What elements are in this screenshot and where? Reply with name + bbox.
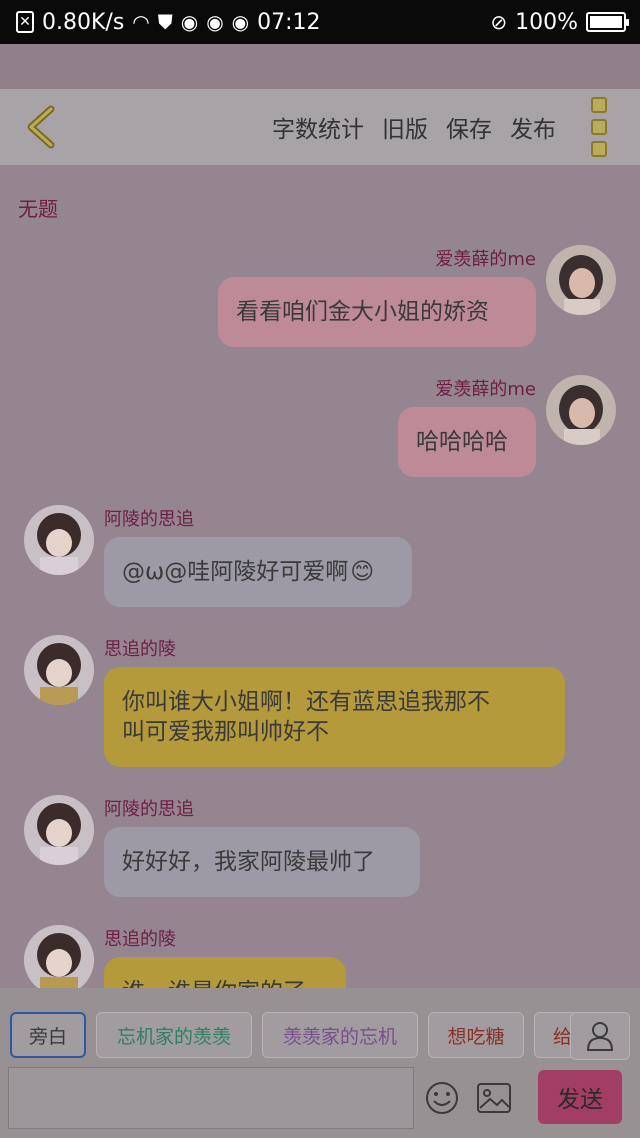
emoji-button[interactable] (422, 1078, 462, 1118)
message-item[interactable]: 思追的陵 谁，谁是你家的了 (0, 921, 640, 988)
message-text: 看看咱们金大小姐的娇资 (236, 299, 489, 325)
back-button[interactable] (12, 97, 68, 157)
sender-name: 思追的陵 (104, 639, 176, 660)
message-text: 谁，谁是你家的了 (122, 977, 306, 988)
message-bubble[interactable]: 看看咱们金大小姐的娇资 (218, 277, 536, 347)
story-title: 无题 (18, 197, 58, 221)
role-chip-narration[interactable]: 旁白 (10, 1012, 86, 1058)
status-bar: ✕ 0.80K/s ◠ ⛊ ◉ ◉ ◉ 07:12 ⊘ 100% (0, 0, 640, 44)
dot-icon (591, 97, 607, 113)
role-chip-list[interactable]: 旁白 忘机家的羡羡 羡羡家的忘机 想吃糖 给 (0, 1012, 640, 1062)
shield-icon: ⛊ (157, 10, 173, 34)
message-bubble[interactable]: 谁，谁是你家的了 (104, 957, 346, 988)
app-notification-icon: ◉ (180, 10, 199, 34)
avatar[interactable] (546, 245, 616, 315)
role-chip-label: 忘机家的羡羡 (116, 1025, 231, 1048)
image-button[interactable] (474, 1078, 514, 1118)
message-item[interactable]: 阿陵的思追 好好好，我家阿陵最帅了 (0, 791, 640, 901)
smiley-icon (426, 1082, 458, 1114)
message-item[interactable]: 爱羡薛的me 哈哈哈哈 (0, 371, 640, 481)
input-bar: 旁白 忘机家的羡羡 羡羡家的忘机 想吃糖 给 发送 (0, 988, 640, 1138)
message-bubble[interactable]: 哈哈哈哈 (398, 407, 536, 477)
image-icon (477, 1083, 511, 1113)
spacer (0, 44, 640, 89)
save-button[interactable]: 保存 (446, 110, 492, 144)
avatar[interactable] (24, 795, 94, 865)
message-bubble[interactable]: 你叫谁大小姐啊！还有蓝思追我那不 叫可爱我那叫帅好不 (104, 667, 565, 767)
sender-name: 思追的陵 (104, 929, 176, 950)
chevron-left-icon (27, 105, 55, 149)
word-count-button[interactable]: 字数统计 (272, 110, 364, 144)
avatar[interactable] (24, 925, 94, 988)
battery-percent: 100% (515, 9, 578, 35)
send-button[interactable]: 发送 (538, 1070, 622, 1124)
message-item[interactable]: 爱羡薛的me 看看咱们金大小姐的娇资 (0, 241, 640, 351)
avatar[interactable] (24, 635, 94, 705)
message-text: 哈哈哈哈 (416, 429, 508, 455)
role-manager-button[interactable] (570, 1012, 630, 1060)
role-chip[interactable]: 想吃糖 (428, 1012, 524, 1058)
avatar[interactable] (24, 505, 94, 575)
app-notification-icon: ◉ (231, 10, 250, 34)
network-speed: 0.80K/s (42, 9, 125, 35)
message-text: @ω@哇阿陵好可爱啊 (122, 559, 349, 585)
sender-name: 阿陵的思追 (104, 799, 194, 820)
battery-icon (586, 12, 629, 32)
role-chip-label: 羡羡家的忘机 (282, 1025, 397, 1048)
old-version-button[interactable]: 旧版 (382, 110, 428, 144)
message-bubble[interactable]: 好好好，我家阿陵最帅了 (104, 827, 420, 897)
role-chip[interactable]: 忘机家的羡羡 (96, 1012, 252, 1058)
clock: 07:12 (257, 9, 321, 35)
role-chip[interactable]: 羡羡家的忘机 (262, 1012, 418, 1058)
wifi-icon: ◠ (132, 10, 150, 34)
role-chip-label: 想吃糖 (447, 1025, 505, 1048)
sender-name: 爱羡薛的me (435, 249, 536, 270)
message-item[interactable]: 阿陵的思追 @ω@哇阿陵好可爱啊 😊 (0, 501, 640, 611)
user-icon (586, 1022, 614, 1051)
publish-button[interactable]: 发布 (510, 110, 556, 144)
dot-icon (591, 141, 607, 157)
sender-name: 阿陵的思追 (104, 509, 194, 530)
message-text: 好好好，我家阿陵最帅了 (122, 849, 375, 875)
no-signal-icon: ⊘ (490, 10, 508, 34)
message-text: 你叫谁大小姐啊！还有蓝思追我那不 (122, 689, 490, 715)
message-bubble[interactable]: @ω@哇阿陵好可爱啊 😊 (104, 537, 412, 607)
smile-emoji: 😊 (350, 559, 375, 585)
editor-toolbar: 字数统计 旧版 保存 发布 (0, 89, 640, 165)
message-item[interactable]: 思追的陵 你叫谁大小姐啊！还有蓝思追我那不 叫可爱我那叫帅好不 (0, 631, 640, 771)
dot-icon (591, 119, 607, 135)
avatar[interactable] (546, 375, 616, 445)
sim-icon: ✕ (16, 11, 34, 33)
sender-name: 爱羡薛的me (435, 379, 536, 400)
app-notification-icon: ◉ (206, 10, 224, 34)
more-menu-button[interactable] (578, 97, 620, 157)
role-chip-label: 旁白 (28, 1025, 67, 1048)
message-text: 叫可爱我那叫帅好不 (122, 719, 329, 745)
chat-area[interactable]: 无题 爱羡薛的me 看看咱们金大小姐的娇资 爱羡薛的me 哈哈哈哈 阿陵的思追 … (0, 165, 640, 988)
message-input[interactable] (8, 1067, 414, 1129)
